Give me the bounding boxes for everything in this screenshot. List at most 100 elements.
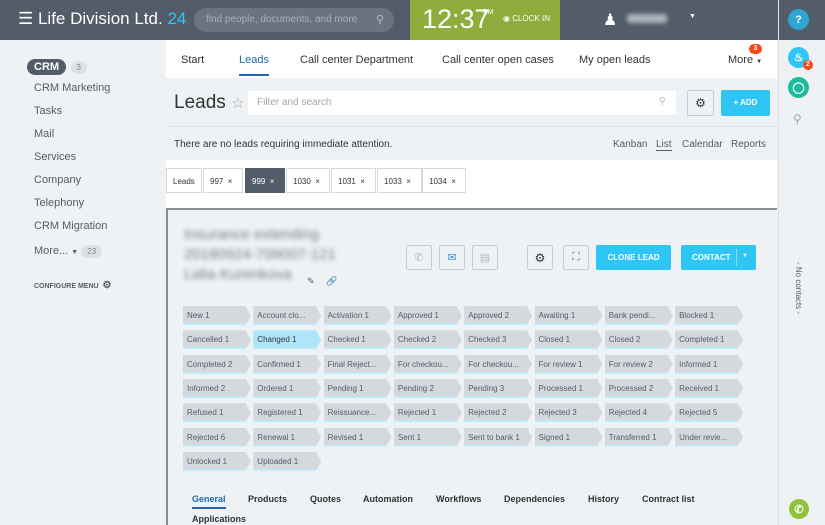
settings-gear-button[interactable]: ⚙ — [687, 90, 714, 116]
sidebar-item-crm[interactable]: CRM 3 — [27, 57, 87, 75]
stage-item[interactable]: Under revie... — [675, 427, 744, 447]
star-icon[interactable]: ☆ — [231, 95, 244, 112]
tab-automation[interactable]: Automation — [363, 494, 413, 504]
stage-item[interactable]: Rejected 3 — [534, 403, 603, 423]
clock-in-button[interactable]: ◉ CLOCK IN — [503, 14, 550, 23]
stage-item[interactable]: For review 2 — [604, 354, 673, 374]
stage-item[interactable]: Unlocked 1 — [183, 451, 251, 471]
add-button[interactable]: + ADD — [721, 90, 770, 116]
stage-item[interactable]: Refused 1 — [183, 403, 251, 423]
sidebar-item-company[interactable]: Company — [34, 174, 81, 186]
link-icon[interactable]: 🔗 — [326, 276, 337, 287]
stage-item[interactable]: Rejected 5 — [675, 403, 744, 423]
chat-button[interactable]: ▤ — [472, 245, 498, 270]
tab-call-center-open-cases[interactable]: Call center open cases — [442, 54, 554, 66]
stage-item[interactable]: Cancelled 1 — [183, 330, 251, 350]
stage-item[interactable]: Processed 2 — [604, 378, 673, 398]
chip-leads[interactable]: Leads — [166, 168, 202, 193]
sidebar-item-tasks[interactable]: Tasks — [34, 105, 62, 117]
stage-item[interactable]: Bank pendi... — [604, 306, 673, 325]
stage-item[interactable]: Checked 3 — [464, 330, 533, 350]
stage-item[interactable]: Informed 2 — [183, 378, 251, 398]
stage-item[interactable]: Approved 2 — [464, 306, 533, 325]
stage-item[interactable]: Blocked 1 — [675, 306, 744, 325]
sidebar-item-more[interactable]: More... ▼ 23 — [34, 245, 103, 258]
tab-general[interactable]: General — [192, 494, 226, 509]
stage-item[interactable]: Approved 1 — [393, 306, 462, 325]
tab-workflows[interactable]: Workflows — [436, 494, 481, 504]
sidebar-item-mail[interactable]: Mail — [34, 128, 54, 140]
chip-lead-active[interactable]: 999 × — [245, 168, 285, 193]
stage-item[interactable]: For checkou... — [393, 354, 462, 374]
stage-item[interactable]: Completed 1 — [675, 330, 744, 350]
configure-menu-button[interactable]: CONFIGURE MENU ⚙ — [34, 280, 111, 291]
stage-item[interactable]: Rejected 6 — [183, 427, 251, 447]
stage-item[interactable]: Revised 1 — [323, 427, 392, 447]
stage-item[interactable]: Activation 1 — [323, 306, 392, 325]
stage-item[interactable]: Closed 1 — [534, 330, 603, 350]
stage-item[interactable]: Signed 1 — [534, 427, 603, 447]
stage-item[interactable]: Uploaded 1 — [253, 451, 322, 471]
stage-item[interactable]: Registered 1 — [253, 403, 322, 423]
global-search-input[interactable]: find people, documents, and more ⚲ — [194, 8, 394, 32]
stage-item[interactable]: Processed 1 — [534, 378, 603, 398]
stage-item[interactable]: Reissuance... — [323, 403, 392, 423]
chip-lead[interactable]: 1031 × — [331, 168, 376, 193]
stage-item[interactable]: Ordered 1 — [253, 378, 322, 398]
phone-call-icon[interactable]: ✆ — [789, 499, 809, 519]
tab-products[interactable]: Products — [248, 494, 287, 504]
view-calendar[interactable]: Calendar — [682, 139, 723, 150]
tab-more[interactable]: More ▼ — [728, 54, 762, 66]
tab-leads[interactable]: Leads — [239, 54, 269, 76]
fullscreen-icon[interactable]: ⛶ — [563, 245, 589, 270]
filter-search-input[interactable]: Filter and search ⚲ — [248, 91, 676, 115]
stage-item[interactable]: Confirmed 1 — [253, 354, 322, 374]
tab-dependencies[interactable]: Dependencies — [504, 494, 565, 504]
stage-item[interactable]: Account clo... — [253, 306, 322, 325]
clone-lead-button[interactable]: CLONE LEAD — [596, 245, 671, 270]
stage-item[interactable]: Pending 1 — [323, 378, 392, 398]
sidebar-item-crm-migration[interactable]: CRM Migration — [34, 220, 107, 232]
stage-item[interactable]: Renewal 1 — [253, 427, 322, 447]
sidebar-item-crm-marketing[interactable]: CRM Marketing — [34, 82, 110, 94]
stage-item[interactable]: Rejected 1 — [393, 403, 462, 423]
chip-lead[interactable]: 1033 × — [377, 168, 422, 193]
tab-start[interactable]: Start — [181, 54, 204, 66]
chip-lead[interactable]: 1034 × — [422, 168, 466, 193]
tab-call-center-department[interactable]: Call center Department — [300, 54, 413, 66]
tab-contract-list[interactable]: Contract list — [642, 494, 695, 504]
stage-item[interactable]: Received 1 — [675, 378, 744, 398]
view-reports[interactable]: Reports — [731, 139, 766, 150]
clock-widget[interactable]: 12:37 PM ◉ CLOCK IN — [410, 0, 560, 40]
edit-pencil-icon[interactable]: ✎ — [307, 276, 315, 287]
stage-item[interactable]: Checked 2 — [393, 330, 462, 350]
stage-item[interactable]: Completed 2 — [183, 354, 251, 374]
sidebar-item-services[interactable]: Services — [34, 151, 76, 163]
stage-item[interactable]: New 1 — [183, 306, 251, 325]
stage-item[interactable]: Final Reject... — [323, 354, 392, 374]
stage-item[interactable]: Rejected 2 — [464, 403, 533, 423]
sidebar-item-telephony[interactable]: Telephony — [34, 197, 84, 209]
stage-item[interactable]: Transferred 1 — [604, 427, 673, 447]
settings-gear-button[interactable]: ⚙ — [527, 245, 553, 270]
stage-item[interactable]: For checkou... — [464, 354, 533, 374]
tab-applications[interactable]: Applications — [192, 514, 246, 524]
email-button[interactable]: ✉ — [439, 245, 465, 270]
stage-item[interactable]: Changed 1 — [253, 330, 322, 350]
tab-history[interactable]: History — [588, 494, 619, 504]
stage-item[interactable]: Sent 1 — [393, 427, 462, 447]
chat-icon[interactable]: ◯ — [788, 77, 809, 98]
call-button[interactable]: ✆ — [406, 245, 432, 270]
help-button[interactable]: ? — [788, 9, 809, 30]
stage-item[interactable]: Awaiting 1 — [534, 306, 603, 325]
stage-item[interactable]: For review 1 — [534, 354, 603, 374]
chip-lead[interactable]: 997 × — [203, 168, 243, 193]
tab-quotes[interactable]: Quotes — [310, 494, 341, 504]
stage-item[interactable]: Closed 2 — [604, 330, 673, 350]
chip-lead[interactable]: 1030 × — [286, 168, 330, 193]
search-icon[interactable]: ⚲ — [793, 112, 802, 126]
view-list[interactable]: List — [656, 139, 672, 151]
stage-item[interactable]: Checked 1 — [323, 330, 392, 350]
menu-icon[interactable]: ☰ — [18, 9, 38, 28]
user-menu[interactable]: ♟ ▼ — [603, 10, 696, 30]
